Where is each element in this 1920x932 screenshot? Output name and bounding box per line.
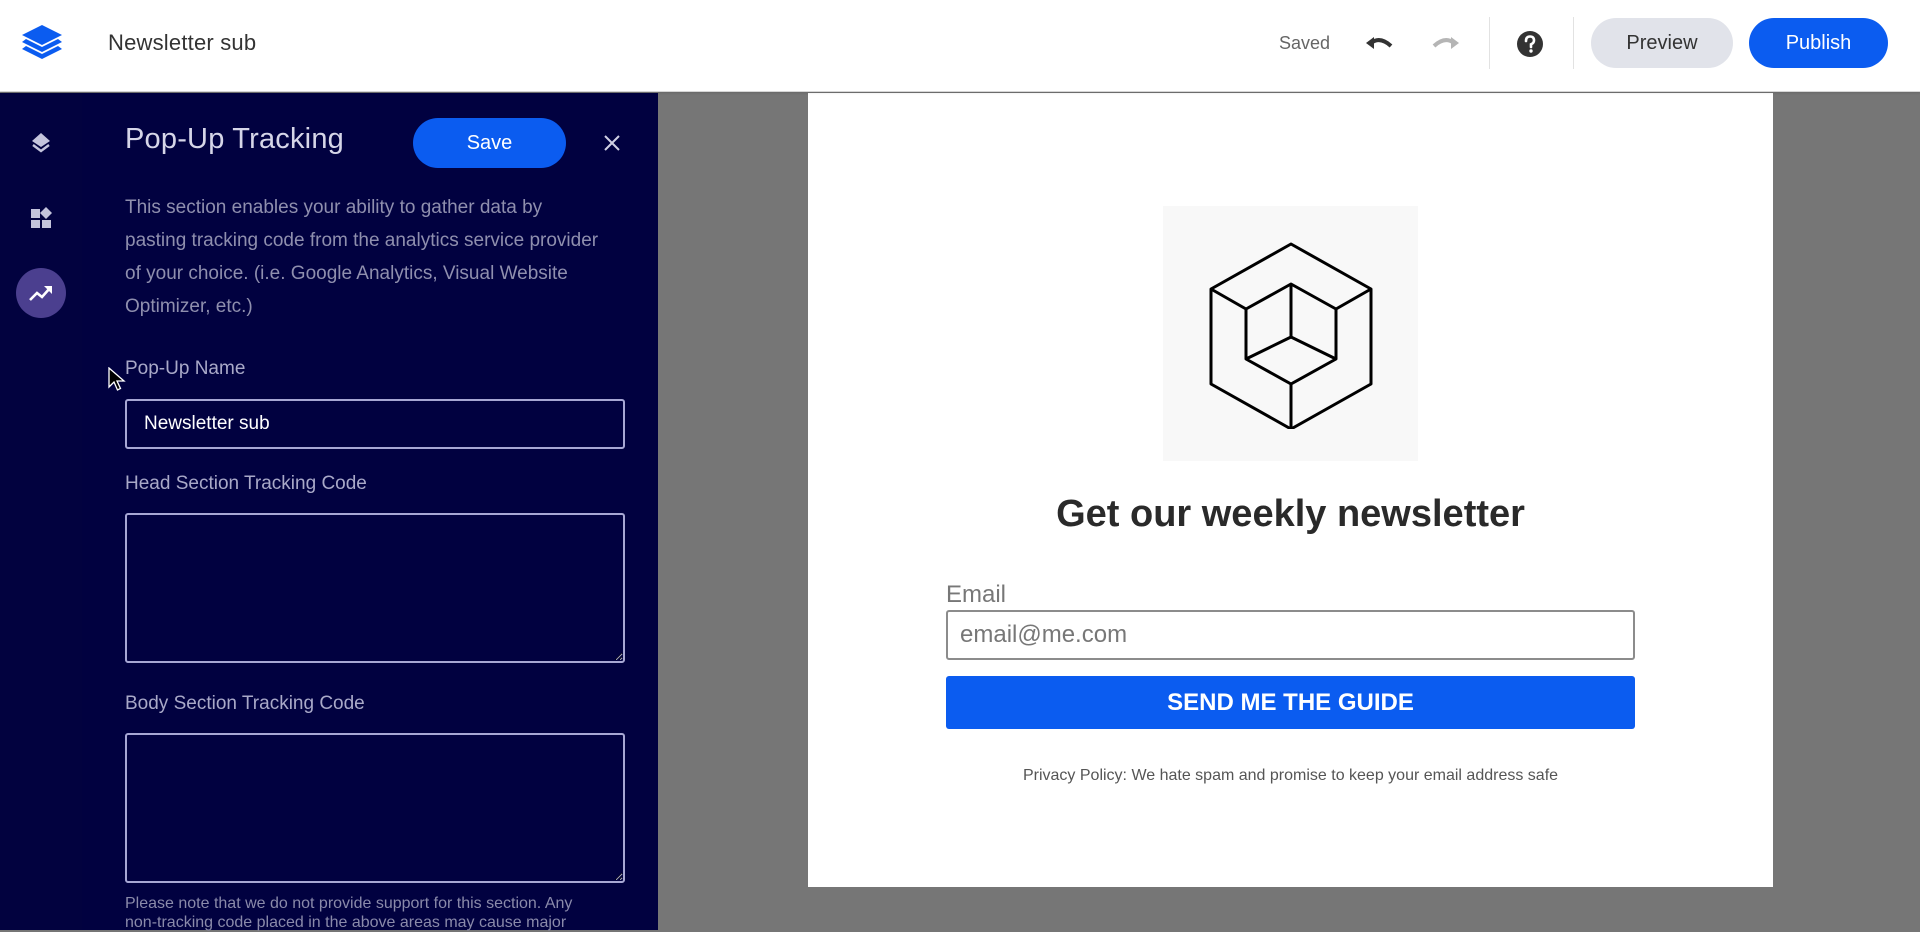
divider <box>1573 17 1574 69</box>
panel-title: Pop-Up Tracking <box>125 123 344 155</box>
publish-button[interactable]: Publish <box>1749 18 1888 68</box>
layers-logo-icon[interactable] <box>18 23 66 63</box>
send-guide-button[interactable]: SEND ME THE GUIDE <box>946 676 1635 729</box>
body-code-textarea[interactable] <box>125 733 625 883</box>
popup-heading: Get our weekly newsletter <box>1056 493 1525 535</box>
widgets-icon <box>31 207 52 228</box>
close-icon <box>604 135 620 151</box>
redo-button[interactable] <box>1428 26 1464 62</box>
panel-description: This section enables your ability to gat… <box>125 197 599 317</box>
body-code-label: Body Section Tracking Code <box>125 693 365 714</box>
preview-button[interactable]: Preview <box>1591 18 1733 68</box>
top-bar: Newsletter sub Saved Preview Publish <box>0 0 1920 92</box>
email-label: Email <box>946 581 1007 608</box>
head-code-textarea[interactable] <box>125 513 625 663</box>
save-status: Saved <box>1279 33 1331 53</box>
sidebar-nav <box>0 93 82 930</box>
help-icon <box>1517 31 1543 57</box>
divider <box>1489 17 1490 69</box>
sidebar-item-tracking[interactable] <box>16 268 66 318</box>
save-button[interactable]: Save <box>413 118 566 168</box>
document-title[interactable]: Newsletter sub <box>108 30 256 56</box>
privacy-policy-text: Privacy Policy: We hate spam and promise… <box>1022 767 1559 784</box>
editor-canvas: Get our weekly newsletter Email SEND ME … <box>658 93 1920 930</box>
email-input[interactable] <box>946 610 1635 660</box>
help-button[interactable] <box>1512 26 1548 62</box>
isometric-cube-icon <box>1209 242 1372 429</box>
head-code-label: Head Section Tracking Code <box>125 473 367 494</box>
layers-icon <box>32 133 50 153</box>
redo-icon <box>1432 37 1459 49</box>
popup-preview[interactable]: Get our weekly newsletter Email SEND ME … <box>808 93 1773 887</box>
tracking-panel: Pop-Up Tracking Save This section enable… <box>82 93 658 931</box>
mouse-cursor-icon <box>108 366 126 398</box>
sidebar-item-widgets[interactable] <box>16 193 66 243</box>
popup-name-label: Pop-Up Name <box>125 358 246 379</box>
sidebar-item-layers[interactable] <box>16 118 66 168</box>
popup-name-input[interactable] <box>125 399 625 449</box>
undo-button[interactable] <box>1361 26 1397 62</box>
popup-image[interactable] <box>1163 206 1418 461</box>
undo-icon <box>1366 37 1393 49</box>
support-note: Please note that we do not provide suppo… <box>125 895 573 931</box>
trending-up-icon <box>29 286 52 301</box>
close-button[interactable] <box>598 129 626 157</box>
